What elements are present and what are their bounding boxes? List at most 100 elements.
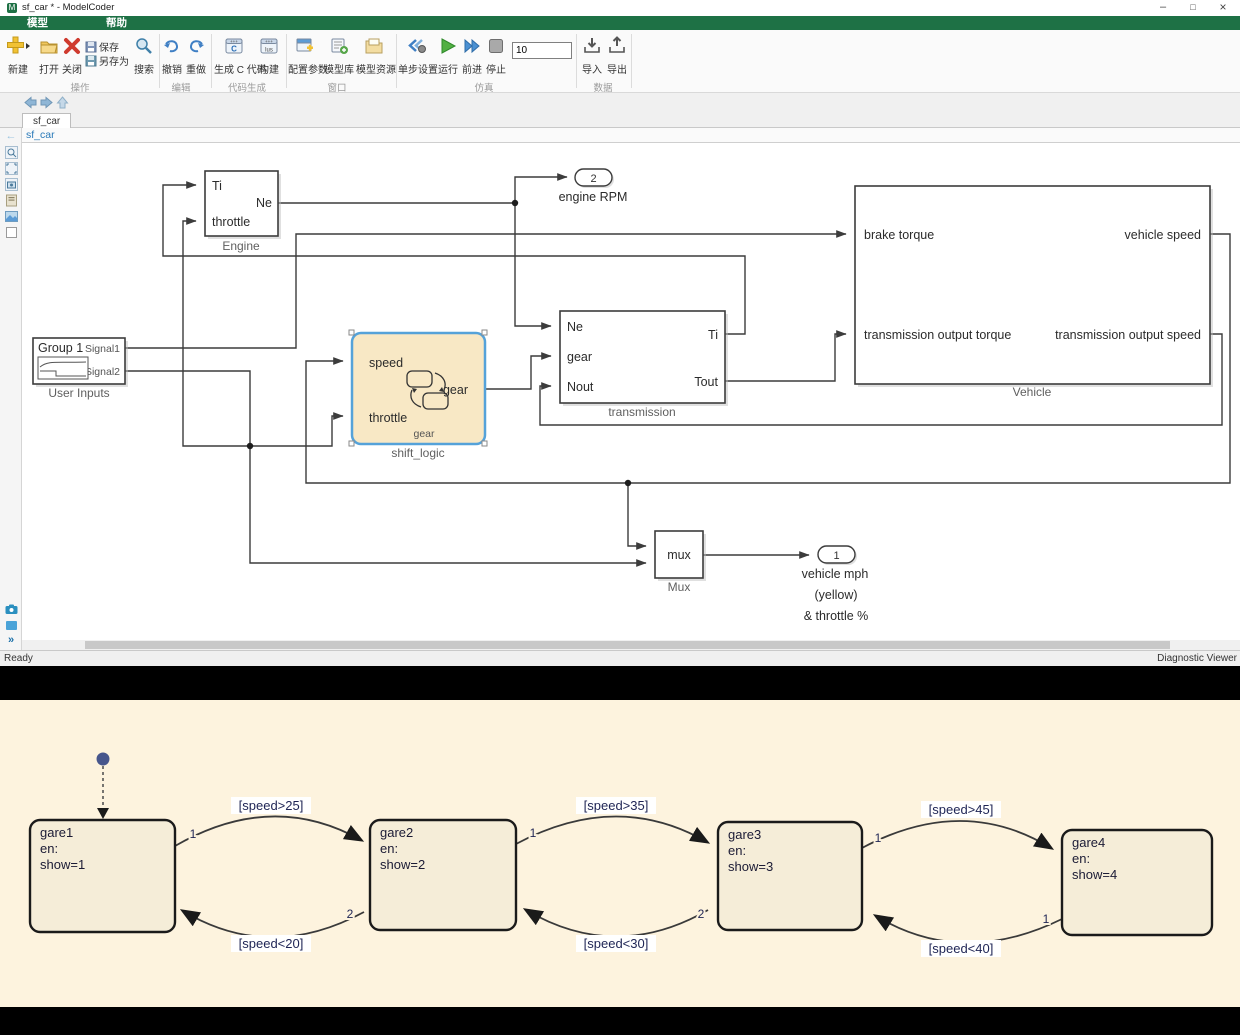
maximize-button[interactable]: □	[1178, 0, 1208, 16]
state-gare1[interactable]: gare1 en: show=1	[28, 818, 177, 934]
state-gare2[interactable]: gare2 en: show=2	[368, 818, 518, 932]
svg-text:en:: en:	[40, 841, 58, 856]
wire-gear-to-transmission[interactable]	[485, 352, 552, 390]
scrollbar-thumb[interactable]	[85, 641, 1170, 649]
c-code-icon: +++ C	[214, 36, 254, 58]
transmission-block[interactable]: Ne gear Nout Ti Tout transmission	[559, 310, 728, 419]
svg-text:gare1: gare1	[40, 825, 73, 840]
svg-text:transmission output torque: transmission output torque	[864, 328, 1011, 342]
wire-ne-to-transmission[interactable]	[514, 203, 552, 330]
square-tool-icon[interactable]	[4, 226, 18, 240]
zoom-in-icon[interactable]	[4, 146, 18, 160]
svg-text:show=1: show=1	[40, 857, 85, 872]
shift-logic-block[interactable]: speed throttle gear gear shift_logic	[348, 329, 488, 460]
nav-up-icon[interactable]	[56, 96, 69, 109]
redo-button[interactable]: 重做	[185, 36, 207, 76]
transition-gare1-gare2[interactable]	[174, 815, 365, 847]
open-button[interactable]: 打开	[36, 36, 62, 76]
vehicle-block[interactable]: brake torque transmission output torque …	[854, 185, 1213, 399]
model-resources-button[interactable]: 模型资源	[356, 36, 396, 76]
vehicle-mph-outport[interactable]: 1 vehicle mph (yellow) & throttle %	[802, 545, 869, 623]
wire-tout-to-vehicle[interactable]	[725, 330, 847, 382]
svg-text:2: 2	[698, 907, 705, 921]
export-button[interactable]: 导出	[605, 36, 629, 76]
group-label-data: 数据	[593, 83, 613, 94]
new-button[interactable]: 新建	[2, 36, 34, 76]
nav-back-icon[interactable]	[24, 96, 37, 109]
wire-throttle-to-shiftlogic[interactable]	[250, 412, 344, 447]
import-button[interactable]: 导入	[580, 36, 604, 76]
junction-speed	[624, 479, 632, 487]
model-library-button[interactable]: 模型库	[324, 36, 354, 76]
breadcrumb-item[interactable]: sf_car	[26, 129, 55, 141]
wire-throttle-to-mux[interactable]	[249, 446, 647, 567]
export-icon	[605, 36, 629, 58]
menu-tab-model[interactable]: 模型	[27, 16, 48, 30]
wire-speed-to-mux[interactable]	[627, 483, 647, 550]
panel-icon[interactable]	[4, 619, 18, 633]
svg-text:en:: en:	[1072, 851, 1090, 866]
menu-tab-help[interactable]: 帮助	[106, 16, 127, 30]
close-button[interactable]: ×	[1208, 0, 1238, 16]
wire-signal2-main[interactable]	[125, 370, 251, 446]
model-canvas[interactable]: Ti throttle Ne Engine 2 engine RPM Group…	[22, 143, 1240, 640]
image-icon[interactable]	[4, 210, 18, 224]
svg-text:Ti: Ti	[212, 179, 222, 193]
model-tab[interactable]: sf_car	[22, 113, 72, 128]
minimize-button[interactable]: –	[1148, 0, 1178, 16]
engine-rpm-outport[interactable]: 2 engine RPM	[559, 168, 628, 204]
svg-text:en:: en:	[728, 843, 746, 858]
app-logo-icon: M	[7, 3, 17, 13]
mux-block[interactable]: mux Mux	[654, 530, 706, 594]
snapshot-icon[interactable]	[4, 178, 18, 192]
close-model-button[interactable]: 关闭	[60, 36, 84, 76]
svg-text:Mux: Mux	[668, 580, 691, 594]
svg-text:Ti: Ti	[708, 328, 718, 342]
save-button[interactable]: 保存	[85, 39, 119, 54]
camera-icon[interactable]	[4, 603, 18, 617]
svg-text:throttle: throttle	[212, 215, 250, 229]
group-label-ops: 操作	[70, 83, 90, 94]
transition-gare2-gare1[interactable]	[179, 909, 365, 939]
svg-text:+++: +++	[230, 39, 238, 44]
undo-button[interactable]: 撤销	[161, 36, 183, 76]
state-gare4[interactable]: gare4 en: show=4	[1060, 828, 1214, 937]
model-library-icon	[324, 36, 354, 58]
engine-block[interactable]: Ti throttle Ne Engine	[204, 170, 281, 253]
state-gare3[interactable]: gare3 en: show=3	[716, 820, 864, 932]
svg-text:mux: mux	[667, 548, 691, 562]
fit-view-icon[interactable]	[4, 162, 18, 176]
new-icon	[2, 36, 34, 58]
initial-transition[interactable]	[96, 752, 110, 820]
svg-text:2: 2	[347, 907, 354, 921]
hide-panel-icon[interactable]: ←	[4, 130, 18, 144]
svg-text:vehicle speed: vehicle speed	[1125, 228, 1201, 242]
search-button[interactable]: 搜索	[131, 36, 157, 76]
run-button[interactable]: 运行	[436, 36, 460, 76]
config-params-button[interactable]: 配置参数	[288, 36, 328, 76]
sim-time-input[interactable]	[512, 42, 572, 59]
forward-button[interactable]: 前进	[461, 36, 483, 76]
svg-text:Tout: Tout	[694, 375, 718, 389]
clipboard-icon[interactable]	[4, 194, 18, 208]
menu-bar: 模型 帮助	[0, 16, 1240, 30]
svg-text:[speed<20]: [speed<20]	[239, 936, 304, 951]
user-inputs-block[interactable]: Group 1 Signal1 Signal2 User Inputs	[32, 337, 128, 400]
transition-gare3-gare4[interactable]	[861, 820, 1055, 850]
group-label-sim: 仿真	[474, 83, 494, 94]
svg-text:[speed>25]: [speed>25]	[239, 798, 304, 813]
horizontal-scrollbar[interactable]	[22, 640, 1240, 650]
nav-forward-icon[interactable]	[40, 96, 53, 109]
transition-gare4-gare3[interactable]	[872, 914, 1063, 944]
expand-chevrons-icon[interactable]: »	[4, 634, 18, 648]
generate-c-code-button[interactable]: +++ C 生成 C 代码	[214, 36, 267, 76]
step-settings-button[interactable]: 单步设置	[398, 36, 438, 76]
transition-gare2-gare3[interactable]	[515, 815, 711, 845]
build-button[interactable]: +++ lus 构建	[256, 36, 282, 76]
stop-button[interactable]: 停止	[485, 36, 507, 76]
app-window: M sf_car * - ModelCoder – □ × 模型 帮助 新建 打…	[0, 0, 1240, 666]
transition-gare3-gare2[interactable]	[522, 908, 709, 938]
diagnostic-viewer-button[interactable]: Diagnostic Viewer	[1157, 653, 1237, 664]
wire-throttle-to-engine[interactable]	[182, 217, 250, 447]
save-as-button[interactable]: 另存为	[85, 53, 129, 68]
